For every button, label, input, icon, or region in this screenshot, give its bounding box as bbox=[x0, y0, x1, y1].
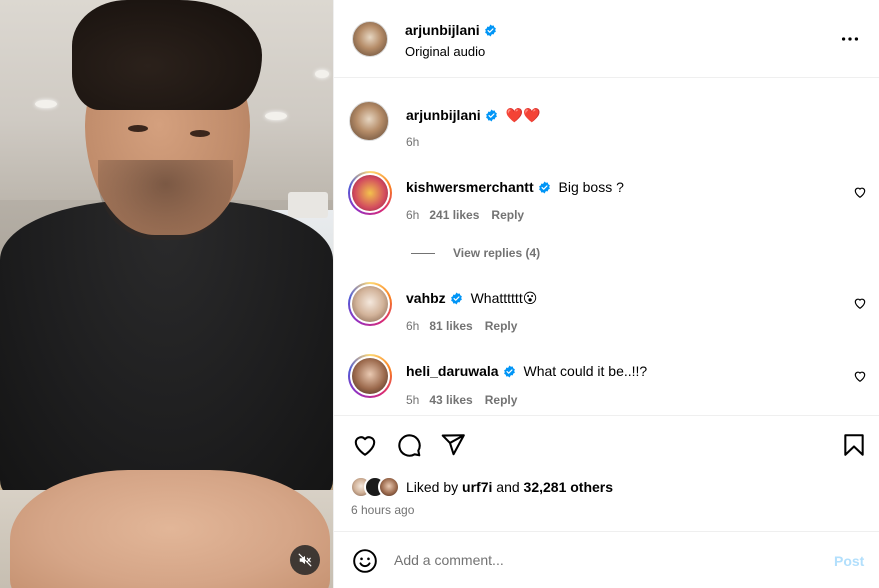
comment-likes[interactable]: 81 likes bbox=[429, 319, 472, 333]
comment-row-1: kishwersmerchantt Big boss ? bbox=[406, 179, 624, 195]
reply-button[interactable]: Reply bbox=[485, 319, 518, 333]
verified-badge-icon bbox=[484, 24, 496, 37]
comment-like-icon[interactable] bbox=[853, 369, 867, 383]
comment-username[interactable]: kishwersmerchantt bbox=[406, 179, 534, 195]
comment-meta: 6h 241 likes Reply bbox=[406, 208, 524, 222]
ceiling-light bbox=[35, 100, 57, 108]
view-replies-button[interactable]: View replies (4) bbox=[411, 246, 540, 260]
likes-summary: Liked by urf7i and 32,281 others bbox=[350, 476, 613, 498]
comment-icon[interactable] bbox=[396, 432, 422, 458]
story-ring[interactable] bbox=[348, 282, 392, 326]
video-person-hands bbox=[10, 470, 330, 588]
ceiling-light bbox=[265, 112, 287, 120]
ceiling-light bbox=[315, 70, 329, 78]
video-person-eye bbox=[128, 125, 148, 132]
story-ring[interactable] bbox=[348, 171, 392, 215]
video-person-hair bbox=[72, 0, 262, 110]
post-time[interactable]: 6 hours ago bbox=[351, 503, 414, 517]
caption-row: arjunbijlani ❤️❤️ bbox=[406, 107, 540, 124]
post-details-panel: arjunbijlani Original audio arjunbijlani… bbox=[333, 0, 879, 588]
comment-likes[interactable]: 43 likes bbox=[429, 393, 472, 407]
video-ac-unit bbox=[288, 192, 328, 218]
reply-button[interactable]: Reply bbox=[485, 393, 518, 407]
post-button[interactable]: Post bbox=[834, 553, 864, 569]
comment-likes[interactable]: 241 likes bbox=[429, 208, 479, 222]
comment-like-icon[interactable] bbox=[853, 185, 867, 199]
story-ring[interactable] bbox=[348, 354, 392, 398]
comment-text: What could it be..!!? bbox=[523, 363, 648, 379]
caption-time[interactable]: 6h bbox=[406, 135, 419, 149]
likes-others-link[interactable]: 32,281 others bbox=[524, 479, 614, 495]
mute-icon bbox=[298, 553, 312, 567]
header-username[interactable]: arjunbijlani bbox=[405, 22, 497, 38]
instagram-post-modal: arjunbijlani Original audio arjunbijlani… bbox=[0, 0, 879, 588]
liker-username[interactable]: urf7i bbox=[462, 479, 492, 495]
header-username-text[interactable]: arjunbijlani bbox=[405, 22, 480, 38]
comment-meta: 5h 43 likes Reply bbox=[406, 393, 517, 407]
avatar[interactable] bbox=[352, 21, 388, 57]
caption-username[interactable]: arjunbijlani bbox=[406, 107, 481, 123]
audio-label[interactable]: Original audio bbox=[405, 44, 485, 59]
caption-avatar[interactable] bbox=[349, 101, 389, 141]
comment-avatar[interactable] bbox=[352, 358, 388, 394]
likes-joiner: and bbox=[496, 479, 520, 495]
comment-username[interactable]: vahbz bbox=[406, 290, 446, 306]
comment-time[interactable]: 6h bbox=[406, 208, 419, 222]
caption-text: ❤️❤️ bbox=[505, 107, 541, 123]
video-person-eye bbox=[190, 130, 210, 137]
video-person-shirt bbox=[0, 200, 333, 500]
post-header: arjunbijlani Original audio bbox=[334, 0, 879, 78]
post-actions: Liked by urf7i and 32,281 others 6 hours… bbox=[334, 415, 879, 531]
heart-icon[interactable] bbox=[352, 432, 378, 458]
likes-text: Liked by urf7i and 32,281 others bbox=[406, 479, 613, 495]
comment-username[interactable]: heli_daruwala bbox=[406, 363, 499, 379]
share-icon[interactable] bbox=[440, 432, 466, 458]
add-comment-bar: Post bbox=[334, 531, 879, 588]
comment-avatar[interactable] bbox=[352, 286, 388, 322]
verified-badge-icon bbox=[450, 292, 462, 305]
more-options-icon[interactable] bbox=[839, 28, 861, 50]
comment-like-icon[interactable] bbox=[853, 296, 867, 310]
verified-badge-icon bbox=[538, 181, 550, 194]
comment-input[interactable] bbox=[394, 549, 794, 571]
comment-row-2: vahbz Whatttttt😮 bbox=[406, 290, 537, 307]
comment-avatar[interactable] bbox=[352, 175, 388, 211]
post-video[interactable] bbox=[0, 0, 333, 588]
comment-time[interactable]: 5h bbox=[406, 393, 419, 407]
comment-text: Whatttttt😮 bbox=[470, 290, 538, 306]
mute-button[interactable] bbox=[290, 545, 320, 575]
view-replies-line bbox=[411, 253, 435, 255]
comment-meta: 6h 81 likes Reply bbox=[406, 319, 517, 333]
view-replies-text[interactable]: View replies (4) bbox=[453, 246, 540, 260]
reply-button[interactable]: Reply bbox=[491, 208, 524, 222]
liker-avatar[interactable] bbox=[378, 476, 400, 498]
comment-row-3: heli_daruwala What could it be..!!? bbox=[406, 363, 647, 379]
likes-prefix: Liked by bbox=[406, 479, 459, 495]
verified-badge-icon bbox=[503, 365, 515, 378]
emoji-icon[interactable] bbox=[352, 548, 378, 574]
comment-text: Big boss ? bbox=[558, 179, 624, 195]
save-icon[interactable] bbox=[841, 432, 867, 458]
comment-time[interactable]: 6h bbox=[406, 319, 419, 333]
verified-badge-icon bbox=[485, 109, 497, 122]
